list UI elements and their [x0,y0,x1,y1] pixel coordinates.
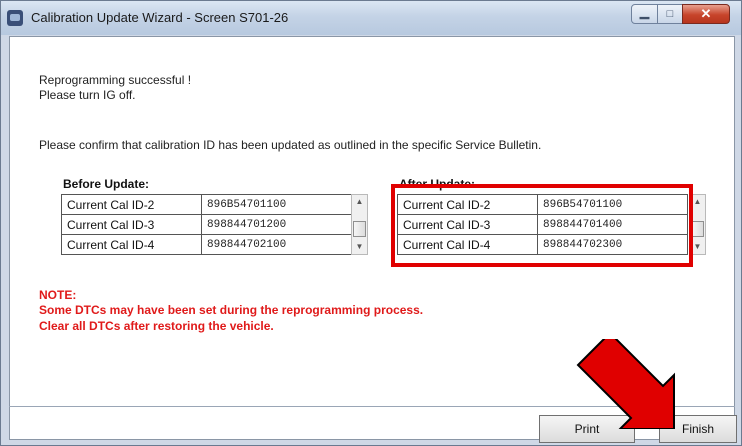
table-row: Current Cal ID-4 898844702100 [61,234,352,255]
instruction-message: Please turn IG off. [39,88,136,102]
cal-id-key: Current Cal ID-3 [61,214,202,235]
wizard-window: Calibration Update Wizard - Screen S701-… [0,0,742,446]
note-title: NOTE: [39,288,77,302]
cal-id-value: 898844702100 [201,234,352,255]
after-update-highlight-box [391,184,693,267]
window-title: Calibration Update Wizard - Screen S701-… [31,10,289,25]
minimize-icon: ▁ [639,5,650,19]
red-arrow-shape [576,339,675,429]
cal-id-value: 896B54701100 [201,194,352,215]
note-line-1: Some DTCs may have been set during the r… [39,303,424,317]
red-arrow-icon [576,339,675,429]
cal-id-key: Current Cal ID-2 [61,194,202,215]
cal-id-key: Current Cal ID-4 [61,234,202,255]
maximize-button[interactable]: □ [657,4,683,24]
cal-id-value: 898844701200 [201,214,352,235]
scroll-up-icon[interactable]: ▲ [352,195,367,209]
close-icon: ✕ [700,6,712,21]
table-row: Current Cal ID-2 896B54701100 [61,194,352,215]
minimize-button[interactable]: ▁ [631,4,658,24]
note-line-2: Clear all DTCs after restoring the vehic… [39,319,274,333]
status-message: Reprogramming successful ! [39,73,192,87]
app-icon [7,10,23,26]
before-update-table: Current Cal ID-2 896B54701100 Current Ca… [61,194,352,255]
before-update-label: Before Update: [63,177,150,191]
close-button[interactable]: ✕ [682,4,730,24]
before-table-scrollbar[interactable]: ▲ ▼ [351,194,368,255]
scroll-thumb[interactable] [353,221,366,237]
confirm-message: Please confirm that calibration ID has b… [39,138,542,152]
table-row: Current Cal ID-3 898844701200 [61,214,352,235]
maximize-icon: □ [666,8,674,20]
title-bar[interactable]: Calibration Update Wizard - Screen S701-… [1,1,741,35]
scroll-down-icon[interactable]: ▼ [352,240,367,254]
